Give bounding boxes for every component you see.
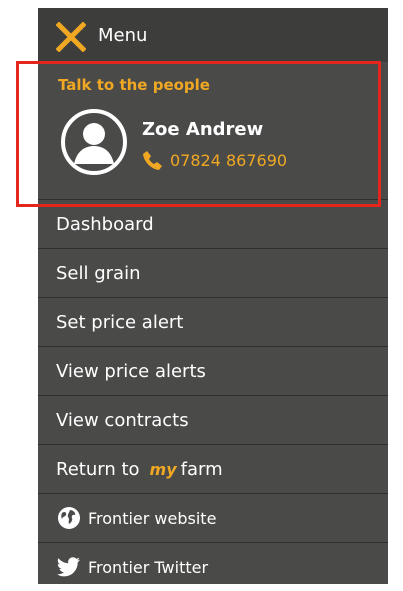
menu-item-dashboard[interactable]: Dashboard — [38, 199, 388, 248]
menu-item-label: Return to — [56, 458, 140, 480]
side-menu-panel: Menu Talk to the people Zoe Andrew 07824… — [38, 8, 388, 584]
twitter-icon — [56, 557, 81, 577]
myfarm-logo-farm: farm — [180, 458, 223, 480]
menu-item-set-price-alert[interactable]: Set price alert — [38, 297, 388, 346]
contact-name: Zoe Andrew — [142, 119, 264, 140]
close-icon[interactable] — [56, 22, 86, 52]
menu-item-label: Frontier website — [88, 508, 217, 528]
menu-item-return-to-myfarm[interactable]: Return to my farm — [38, 444, 388, 493]
menu-item-view-contracts[interactable]: View contracts — [38, 395, 388, 444]
contact-section: Talk to the people Zoe Andrew 07824 8676… — [38, 62, 388, 199]
myfarm-logo-my: my — [149, 459, 177, 479]
menu-header: Menu — [38, 8, 388, 62]
menu-item-label: Frontier Twitter — [88, 557, 209, 577]
menu-item-label: View contracts — [56, 409, 189, 431]
menu-item-label: Set price alert — [56, 311, 184, 333]
phone-icon — [143, 151, 162, 170]
phone-number[interactable]: 07824 867690 — [170, 151, 287, 170]
menu-list: Dashboard Sell grain Set price alert Vie… — [38, 199, 388, 591]
globe-icon — [58, 507, 80, 529]
contact-heading: Talk to the people — [58, 76, 210, 94]
user-avatar-icon — [61, 109, 127, 175]
menu-item-label: View price alerts — [56, 360, 206, 382]
menu-title: Menu — [98, 25, 148, 46]
menu-item-label: Sell grain — [56, 262, 141, 284]
menu-item-view-price-alerts[interactable]: View price alerts — [38, 346, 388, 395]
menu-item-frontier-website[interactable]: Frontier website — [38, 493, 388, 542]
menu-item-sell-grain[interactable]: Sell grain — [38, 248, 388, 297]
contact-phone[interactable]: 07824 867690 — [142, 149, 287, 171]
menu-item-label: Dashboard — [56, 213, 154, 235]
